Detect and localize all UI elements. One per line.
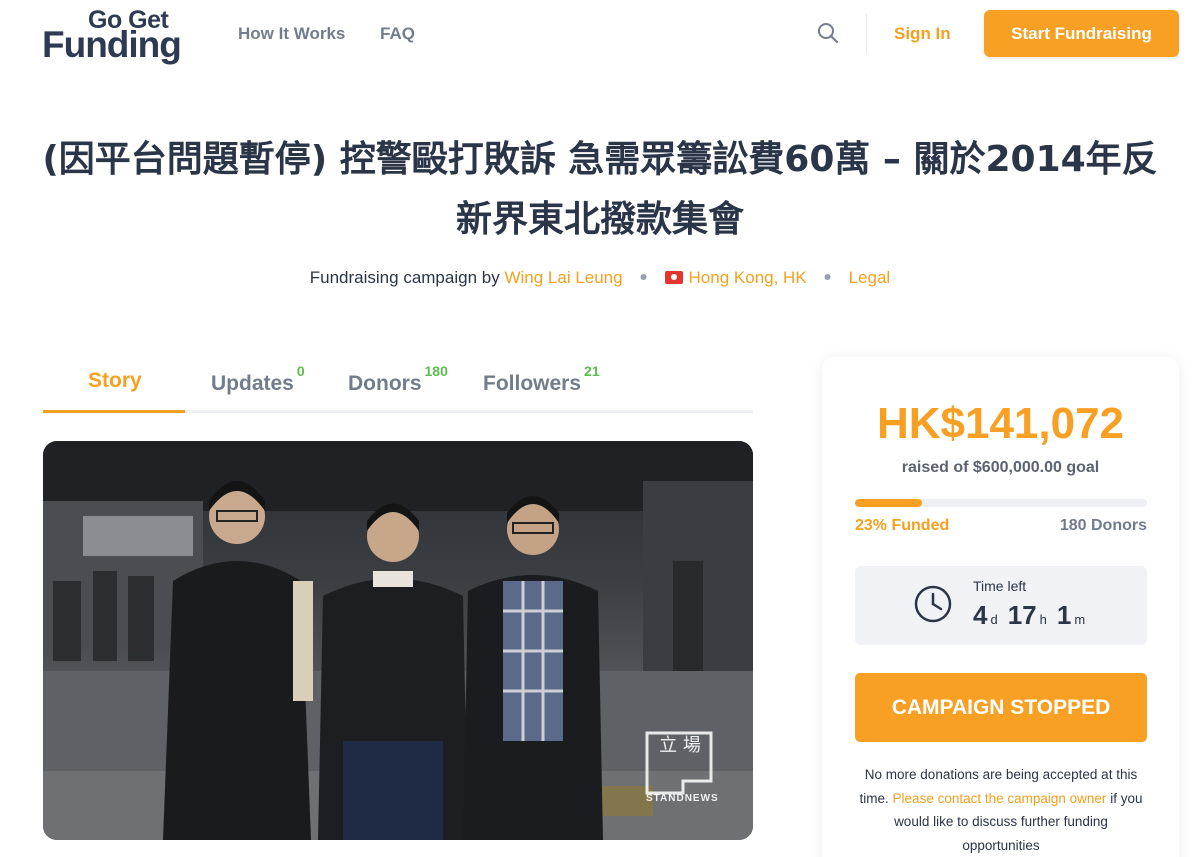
active-tab-underline bbox=[43, 410, 185, 413]
tab-story[interactable]: Story bbox=[88, 369, 142, 393]
amount-raised: HK$141,072 bbox=[876, 399, 1125, 448]
progress-bar bbox=[855, 499, 1147, 507]
hours-unit: h bbox=[1039, 612, 1047, 627]
sign-in-link[interactable]: Sign In bbox=[894, 24, 951, 44]
search-icon[interactable] bbox=[817, 22, 839, 44]
time-left-label: Time left bbox=[973, 578, 1027, 594]
watermark-text: STANDNEWS bbox=[646, 793, 719, 804]
tab-story-label: Story bbox=[88, 369, 142, 392]
separator-dot: ● bbox=[639, 268, 648, 284]
minutes-unit: m bbox=[1074, 612, 1086, 627]
donor-count: 180 Donors bbox=[1059, 517, 1147, 534]
tab-followers[interactable]: Followers21 bbox=[483, 363, 600, 396]
funding-card: HK$141,072 raised of $600,000.00 goal 23… bbox=[822, 357, 1179, 857]
person-middle bbox=[318, 503, 468, 840]
separator-dot: ● bbox=[823, 268, 832, 284]
hours-value: 17 bbox=[1007, 600, 1037, 630]
progress-fill bbox=[855, 499, 923, 507]
days-value: 4 bbox=[973, 600, 988, 630]
hong-kong-flag-icon bbox=[664, 271, 683, 284]
funded-percent: 23% Funded bbox=[855, 517, 950, 534]
campaign-title: (因平台問題暫停) 控警毆打敗訴 急需眾籌訟費60萬 – 關於2014年反新界東… bbox=[42, 139, 1158, 240]
person-right bbox=[463, 496, 603, 840]
funding-goal: raised of $600,000.00 goal bbox=[901, 459, 1100, 476]
minutes-value: 1 bbox=[1056, 600, 1072, 630]
tab-updates-count: 0 bbox=[296, 363, 305, 379]
watermark-mark: 立 場 bbox=[659, 735, 701, 756]
location-link[interactable]: Hong Kong, HK bbox=[689, 268, 807, 287]
tab-followers-label: Followers bbox=[483, 372, 582, 395]
logo-line-2: Funding bbox=[42, 24, 182, 65]
tab-updates[interactable]: Updates0 bbox=[211, 363, 305, 396]
nav-faq[interactable]: FAQ bbox=[380, 24, 415, 44]
tab-followers-count: 21 bbox=[584, 363, 600, 379]
site-logo[interactable]: Go Get Funding bbox=[42, 4, 182, 65]
byline-prefix: Fundraising campaign by bbox=[309, 268, 500, 287]
campaign-stopped-button[interactable]: CAMPAIGN STOPPED bbox=[855, 673, 1147, 742]
campaign-photo: 立 場 STANDNEWS bbox=[43, 441, 753, 840]
campaign-photo-illustration bbox=[43, 441, 753, 840]
clock-icon bbox=[914, 585, 952, 623]
time-left-box: Time left 4 d 17 h 1 m bbox=[855, 566, 1147, 645]
start-fundraising-button[interactable]: Start Fundraising bbox=[984, 10, 1179, 57]
nav-how-it-works[interactable]: How It Works bbox=[238, 24, 345, 44]
tab-donors-label: Donors bbox=[348, 372, 422, 395]
time-left-value: 4 d 17 h 1 m bbox=[973, 600, 1095, 631]
donations-closed-note: No more donations are being accepted at … bbox=[854, 763, 1148, 857]
campaign-tabs: Story Updates0 Donors180 Followers21 bbox=[43, 355, 753, 413]
campaign-byline: Fundraising campaign by Wing Lai Leung ●… bbox=[0, 268, 1200, 288]
category-link[interactable]: Legal bbox=[849, 268, 891, 287]
days-unit: d bbox=[990, 612, 998, 627]
organizer-link[interactable]: Wing Lai Leung bbox=[504, 268, 622, 287]
contact-owner-link[interactable]: Please contact the campaign owner bbox=[893, 791, 1107, 806]
tab-updates-label: Updates bbox=[211, 372, 294, 395]
tab-donors-count: 180 bbox=[424, 363, 448, 379]
header-divider bbox=[866, 14, 867, 54]
tab-donors[interactable]: Donors180 bbox=[348, 363, 448, 396]
